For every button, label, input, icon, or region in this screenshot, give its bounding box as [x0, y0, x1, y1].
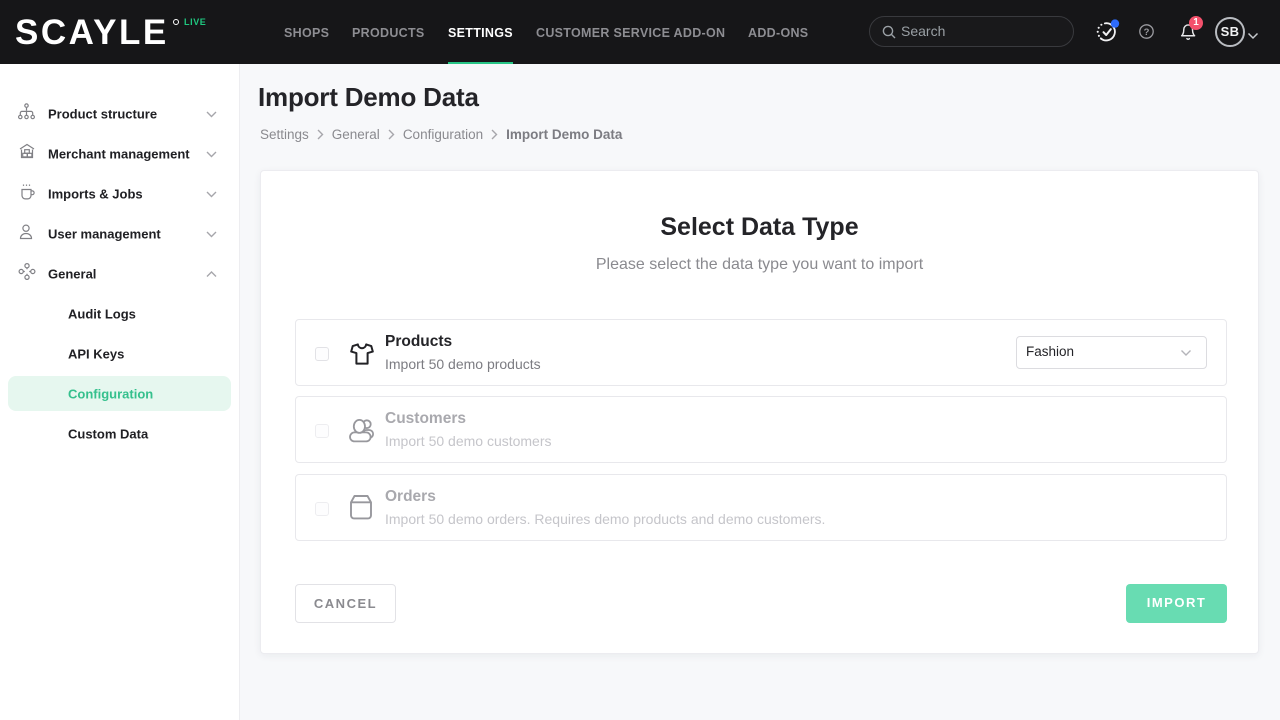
svg-text:?: ?: [1144, 27, 1150, 38]
